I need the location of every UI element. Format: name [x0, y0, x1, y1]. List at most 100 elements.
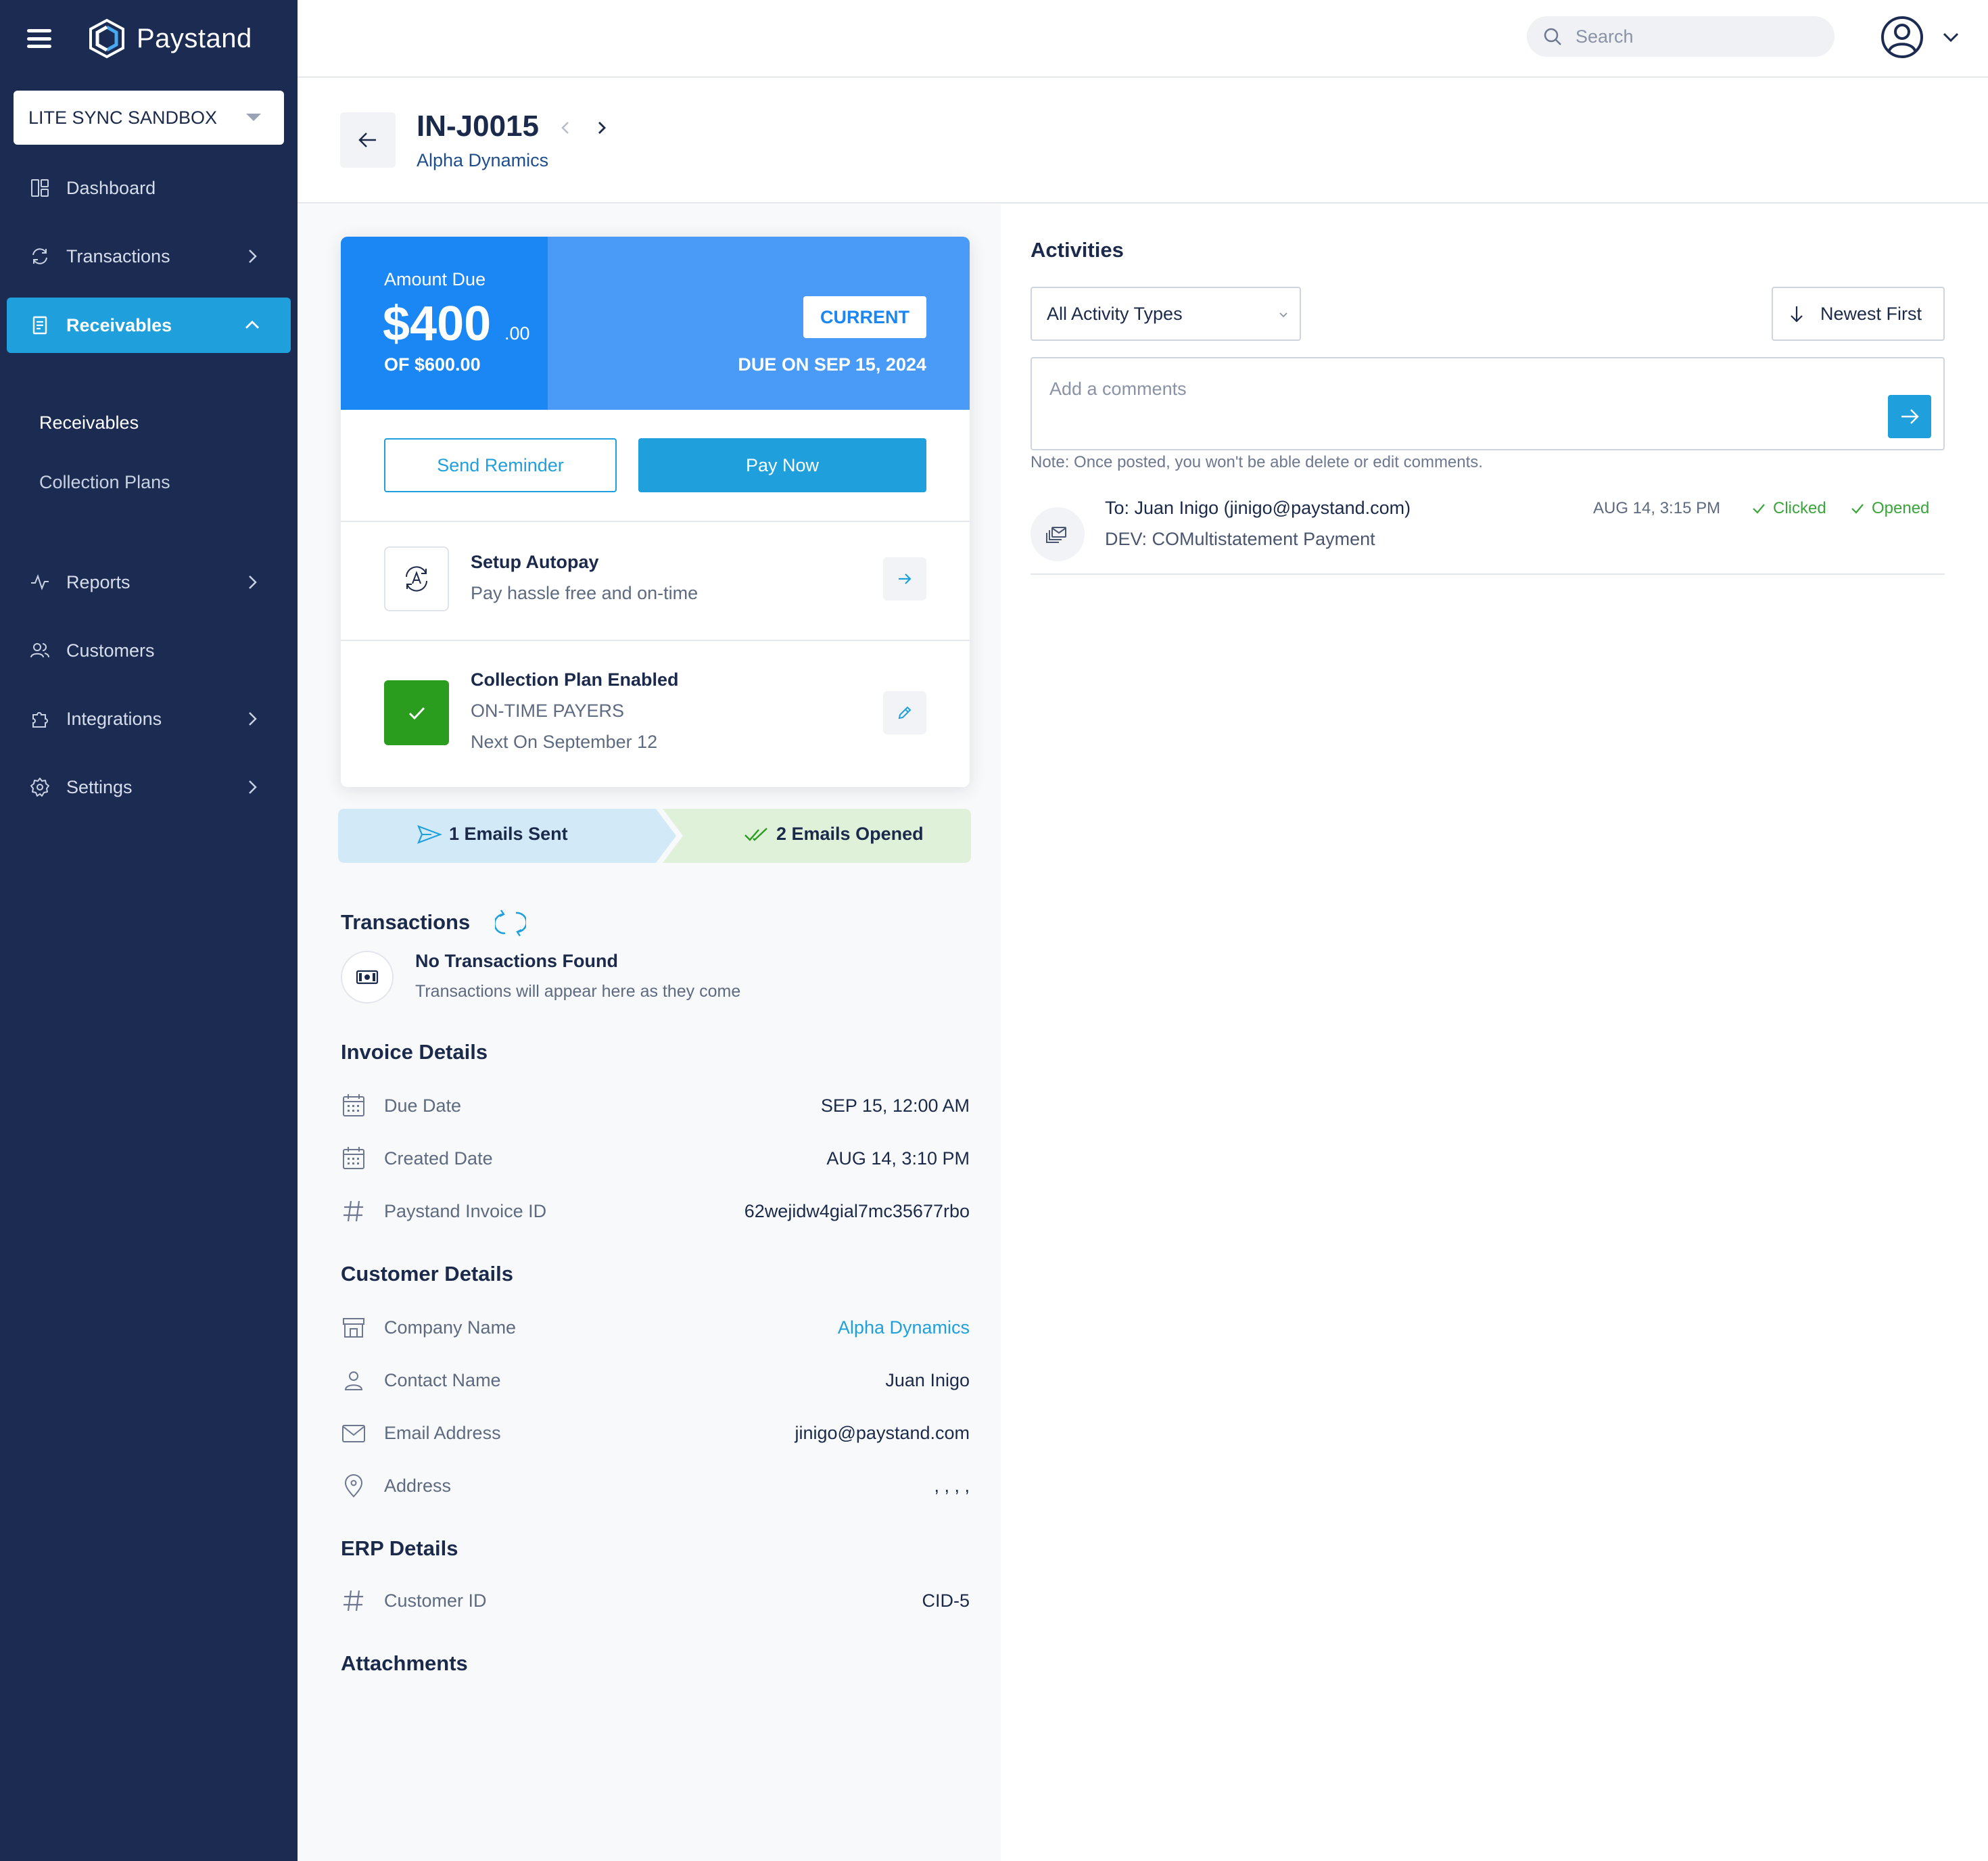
- org-selector[interactable]: LITE SYNC SANDBOX: [14, 91, 284, 145]
- activity-tag-clicked: Clicked: [1751, 499, 1826, 518]
- emails-sent-label: 1 Emails Sent: [449, 824, 568, 844]
- transactions-section-title: Transactions: [341, 910, 471, 934]
- activity-subject: DEV: COMultistatement Payment: [1105, 529, 1375, 549]
- detail-value: Juan Inigo: [885, 1370, 970, 1390]
- company-name-link[interactable]: Alpha Dynamics: [838, 1317, 970, 1338]
- double-check-icon: [744, 827, 767, 841]
- collection-plan-title: Collection Plan Enabled: [471, 669, 679, 690]
- sidebar-item-label: Integrations: [66, 708, 162, 729]
- detail-label: Contact Name: [384, 1370, 501, 1390]
- amount-card: Amount Due $400 .00 OF $600.00 CURRENT D…: [341, 237, 970, 787]
- detail-label: Customer ID: [384, 1591, 487, 1611]
- detail-label: Company Name: [384, 1317, 517, 1338]
- page-title: IN-J0015: [417, 110, 540, 143]
- sidebar-item-receivables[interactable]: Receivables: [7, 298, 291, 353]
- autopay-subtitle: Pay hassle free and on-time: [471, 583, 699, 603]
- collection-plan-name: ON-TIME PAYERS: [471, 701, 625, 721]
- detail-row-customer-id: Customer ID CID-5: [341, 1585, 970, 1615]
- back-button[interactable]: [340, 112, 396, 168]
- collection-plan-next: Next On September 12: [471, 732, 658, 752]
- status-badge: CURRENT: [803, 296, 926, 338]
- sidebar-subitem-collection-plans[interactable]: Collection Plans: [39, 472, 170, 493]
- users-icon: [28, 639, 51, 662]
- page-subtitle-company[interactable]: Alpha Dynamics: [417, 150, 548, 171]
- sidebar-item-settings[interactable]: Settings: [7, 759, 291, 815]
- chevron-right-icon: [249, 780, 257, 794]
- search-icon: [1544, 28, 1561, 45]
- sidebar-item-label: Dashboard: [66, 177, 156, 198]
- comment-box: [1031, 357, 1945, 450]
- calendar-icon: [343, 1147, 364, 1169]
- detail-row-company-name: Company Name Alpha Dynamics: [341, 1312, 970, 1342]
- arrow-left-icon: [358, 133, 376, 147]
- chevron-right-icon: [249, 250, 257, 263]
- page-header: IN-J0015 Alpha Dynamics: [298, 78, 1988, 204]
- invoice-summary-panel: Amount Due $400 .00 OF $600.00 CURRENT D…: [298, 204, 1001, 1861]
- activity-pulse-icon: [28, 571, 51, 594]
- activity-tag-label: Clicked: [1773, 499, 1826, 517]
- search-input[interactable]: [1576, 26, 1819, 47]
- sidebar-item-dashboard[interactable]: Dashboard: [7, 160, 291, 216]
- transactions-empty-title: No Transactions Found: [415, 951, 619, 971]
- org-selector-value: LITE SYNC SANDBOX: [28, 107, 218, 128]
- person-icon: [344, 1371, 363, 1390]
- chevron-down-icon: [1279, 312, 1287, 318]
- check-icon: [1851, 504, 1864, 514]
- transactions-empty-subtitle: Transactions will appear here as they co…: [415, 982, 741, 1001]
- detail-label: Due Date: [384, 1096, 462, 1116]
- refresh-icon[interactable]: [495, 908, 526, 939]
- chevron-up-icon: [245, 321, 259, 329]
- emails-sent-stat[interactable]: 1 Emails Sent: [417, 824, 568, 845]
- email-stats-bar: 1 Emails Sent 2 Emails Opened: [338, 809, 971, 863]
- detail-row-address: Address , , , ,: [341, 1470, 970, 1500]
- chevron-right-icon: [249, 575, 257, 589]
- post-comment-button[interactable]: [1888, 395, 1931, 438]
- setup-autopay-button[interactable]: [883, 557, 926, 600]
- hash-icon: [344, 1200, 363, 1222]
- sidebar-subitem-receivables[interactable]: Receivables: [39, 413, 139, 433]
- top-bar: [298, 0, 1988, 78]
- chevron-down-icon: [1943, 32, 1959, 43]
- activity-type-filter-value: All Activity Types: [1047, 303, 1183, 324]
- hamburger-menu-icon[interactable]: [27, 29, 51, 48]
- amount-due-cents: .00: [504, 323, 530, 344]
- sidebar-item-label: Reports: [66, 571, 131, 592]
- amount-header: Amount Due $400 .00 OF $600.00 CURRENT D…: [341, 237, 970, 410]
- search-bar[interactable]: [1527, 16, 1835, 57]
- sidebar-item-label: Customers: [66, 640, 155, 661]
- user-menu[interactable]: [1880, 15, 1961, 60]
- send-plane-icon: [417, 824, 442, 844]
- sidebar-item-customers[interactable]: Customers: [7, 623, 291, 678]
- activity-type-filter[interactable]: All Activity Types: [1031, 287, 1301, 341]
- pay-now-button[interactable]: Pay Now: [638, 438, 926, 492]
- detail-value: SEP 15, 12:00 AM: [820, 1096, 970, 1116]
- sync-icon: [28, 245, 51, 268]
- detail-value: , , , ,: [934, 1476, 970, 1496]
- detail-row-contact-name: Contact Name Juan Inigo: [341, 1365, 970, 1394]
- activity-item[interactable]: To: Juan Inigo (jinigo@paystand.com) DEV…: [1031, 491, 1945, 575]
- sidebar: Paystand LITE SYNC SANDBOX Dashboard Tra…: [0, 0, 298, 1861]
- autopay-icon: [384, 546, 449, 611]
- chevron-right-icon: [249, 712, 257, 726]
- sidebar-item-transactions[interactable]: Transactions: [7, 229, 291, 284]
- sort-order-button[interactable]: Newest First: [1772, 287, 1945, 341]
- sidebar-item-reports[interactable]: Reports: [7, 555, 291, 610]
- detail-row-due-date: Due Date SEP 15, 12:00 AM: [341, 1090, 970, 1120]
- previous-invoice-button[interactable]: [557, 119, 575, 137]
- sidebar-item-label: Settings: [66, 776, 133, 797]
- edit-collection-plan-button[interactable]: [883, 691, 926, 734]
- emails-opened-label: 2 Emails Opened: [776, 824, 924, 844]
- brand-logo[interactable]: Paystand: [87, 18, 252, 60]
- comment-input[interactable]: [1049, 379, 1861, 419]
- detail-row-created-date: Created Date AUG 14, 3:10 PM: [341, 1143, 970, 1173]
- cash-icon: [341, 951, 394, 1004]
- emails-opened-stat[interactable]: 2 Emails Opened: [744, 824, 924, 845]
- sort-order-label: Newest First: [1820, 303, 1922, 324]
- gear-icon: [28, 776, 51, 799]
- arrow-down-icon: [1791, 306, 1803, 323]
- calendar-icon: [343, 1094, 364, 1116]
- send-reminder-button[interactable]: Send Reminder: [384, 438, 617, 492]
- sidebar-item-integrations[interactable]: Integrations: [7, 691, 291, 747]
- activity-timestamp: AUG 14, 3:15 PM: [1593, 499, 1721, 517]
- next-invoice-button[interactable]: [592, 119, 610, 137]
